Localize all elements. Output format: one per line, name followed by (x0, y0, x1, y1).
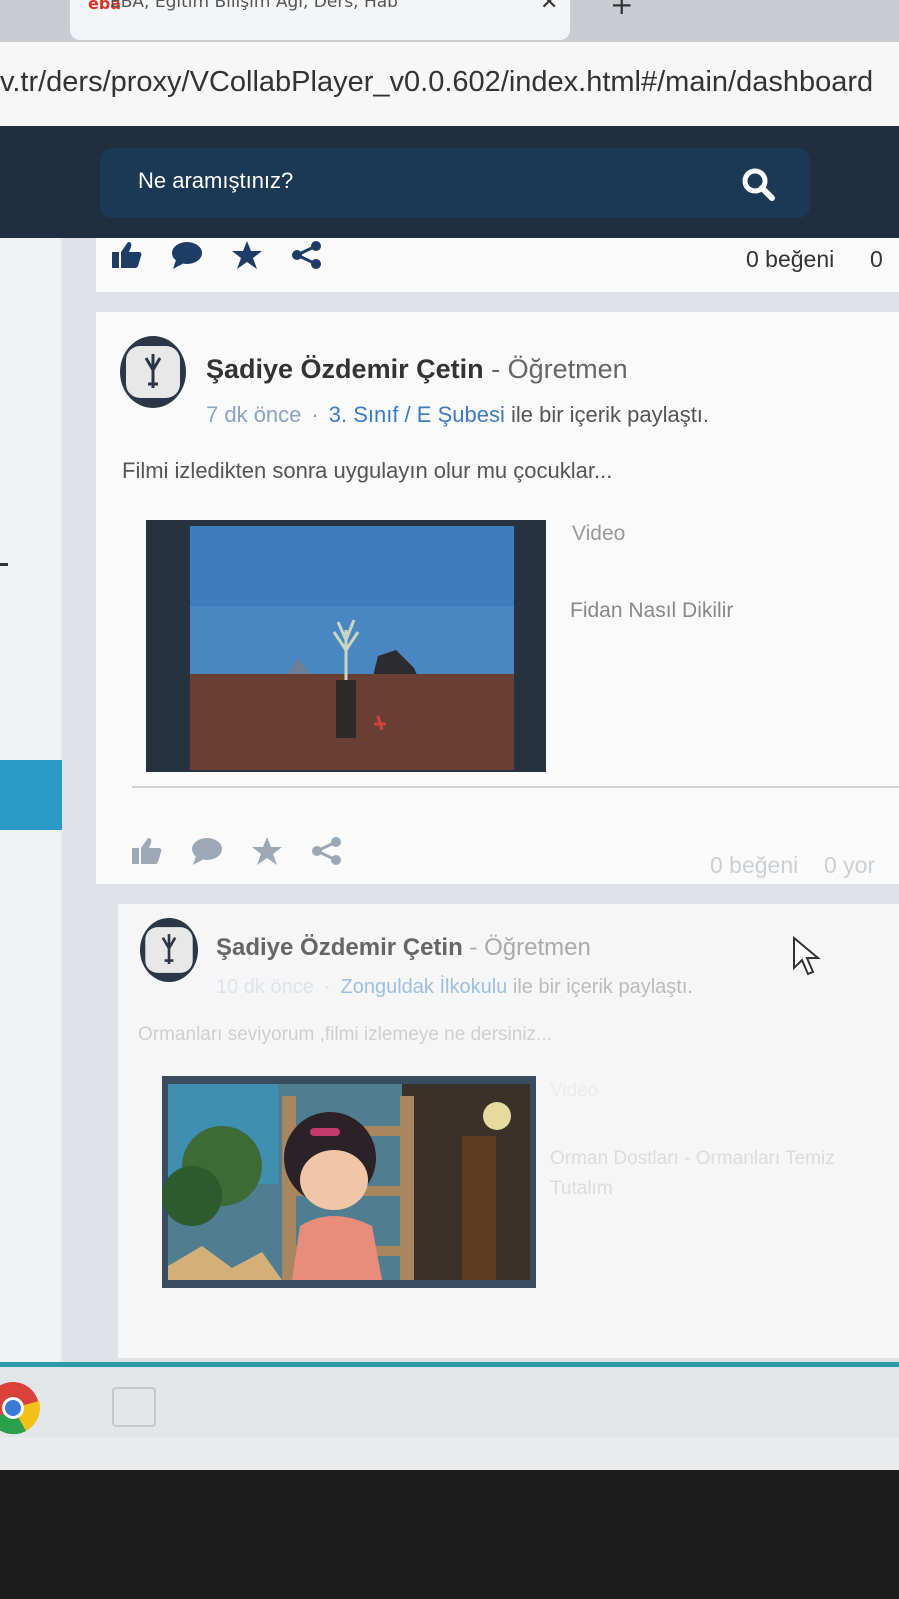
share-icon[interactable] (290, 240, 324, 270)
meta-separator: · (311, 402, 319, 427)
meta-separator: · (323, 976, 331, 998)
site-header: Ne aramıştınız? (0, 126, 899, 238)
browser-tabstrip: ⌃ eba EBA, Eğitim Bilişim Ağı, Ders, Hab… (0, 0, 899, 42)
mouse-cursor-icon (793, 936, 821, 976)
avatar-icon (145, 927, 193, 973)
post-text: Filmi izledikten sonra uygulayın olur mu… (122, 458, 613, 483)
video-thumbnail[interactable] (162, 1076, 536, 1288)
post-text: Ormanları seviyorum ,filmi izlemeye ne d… (138, 1024, 552, 1045)
url-text[interactable]: v.tr/ders/proxy/VCollabPlayer_v0.0.602/i… (0, 66, 873, 99)
tab-title: EBA, Eğitim Bilişim Ağı, Ders, Hab (110, 0, 398, 12)
comment-icon[interactable] (170, 240, 204, 270)
browser-tab[interactable]: eba EBA, Eğitim Bilişim Ağı, Ders, Hab ✕ (70, 0, 570, 40)
os-taskbar (0, 1362, 899, 1437)
search-icon[interactable] (740, 166, 776, 202)
media-title[interactable]: Fidan Nasıl Dikilir (570, 596, 733, 626)
like-icon[interactable] (110, 240, 144, 270)
taskbar-app-icon[interactable] (112, 1387, 156, 1427)
like-icon[interactable] (130, 836, 164, 866)
video-thumbnail[interactable] (146, 520, 546, 772)
author-name[interactable]: Şadiye Özdemir Çetin - Öğretmen (216, 934, 591, 962)
screen: ⌃ eba EBA, Eğitim Bilişim Ağı, Ders, Hab… (0, 0, 899, 1470)
likes-count[interactable]: 0 beğeni (710, 852, 798, 879)
close-icon[interactable]: ✕ (540, 0, 558, 15)
group-link[interactable]: 3. Sınıf / E Şubesi (329, 402, 505, 427)
comments-count[interactable]: 0 yor (824, 852, 875, 879)
address-bar[interactable]: v.tr/ders/proxy/VCollabPlayer_v0.0.602/i… (0, 42, 899, 126)
author-role: - Öğretmen (469, 934, 591, 961)
video-preview-image (190, 526, 514, 770)
star-icon[interactable] (230, 240, 264, 270)
avatar[interactable] (140, 918, 198, 982)
post-action-text: ile bir içerik paylaştı. (510, 402, 710, 427)
action-bar (130, 836, 344, 866)
search-placeholder: Ne aramıştınız? (138, 168, 294, 193)
search-input[interactable]: Ne aramıştınız? (100, 148, 810, 218)
chrome-icon[interactable] (0, 1381, 40, 1435)
likes-count[interactable]: 0 beğeni (746, 246, 834, 273)
post-meta: 7 dk önce · 3. Sınıf / E Şubesi ile bir iç… (206, 402, 709, 428)
feed-post: Şadiye Özdemir Çetin - Öğretmen 10 dk ön… (118, 904, 899, 1358)
feed-post: Şadiye Özdemir Çetin - Öğretmen 7 dk önc… (96, 312, 899, 884)
share-icon[interactable] (310, 836, 344, 866)
feed-card-previous: 0 beğeni 0 (96, 238, 899, 292)
avatar[interactable] (120, 336, 186, 408)
avatar-icon (126, 346, 180, 398)
sidebar-marker (0, 563, 8, 566)
author-name[interactable]: Şadiye Özdemir Çetin - Öğretmen (206, 354, 628, 385)
chevron-up-icon[interactable]: ⌃ (20, 0, 40, 16)
group-link[interactable]: Zonguldak İlkokulu (341, 976, 508, 998)
post-time: 10 dk önce (216, 976, 314, 998)
media-type: Video (550, 1080, 599, 1101)
post-action-text: ile bir içerik paylaştı. (512, 976, 693, 998)
comments-count[interactable]: 0 (870, 246, 883, 273)
media-type: Video (572, 522, 626, 545)
video-preview-image (162, 1084, 530, 1280)
new-tab-icon[interactable]: + (610, 0, 633, 21)
comment-icon[interactable] (190, 836, 224, 866)
author-name-text[interactable]: Şadiye Özdemir Çetin (216, 934, 463, 961)
post-meta: 10 dk önce · Zonguldak İlkokulu ile bir iç… (216, 976, 693, 999)
author-role: - Öğretmen (491, 354, 628, 384)
author-name-text[interactable]: Şadiye Özdemir Çetin (206, 354, 484, 384)
media-title[interactable]: Orman Dostları - Ormanları Temiz Tutalım (550, 1144, 850, 1204)
post-time: 7 dk önce (206, 402, 302, 427)
divider (132, 786, 899, 788)
action-bar (110, 240, 324, 270)
star-icon[interactable] (250, 836, 284, 866)
